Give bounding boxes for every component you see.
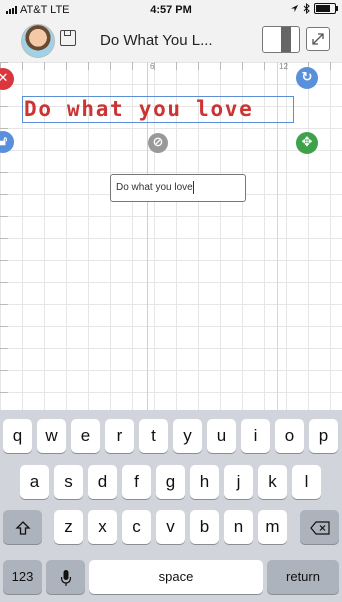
- text-edit-field[interactable]: Do what you love: [110, 174, 246, 202]
- key-r[interactable]: r: [105, 419, 134, 453]
- bluetooth-icon: [303, 3, 310, 14]
- save-icon[interactable]: [60, 30, 76, 46]
- space-key[interactable]: space: [89, 560, 263, 594]
- backspace-key[interactable]: [300, 510, 339, 544]
- key-m[interactable]: m: [258, 510, 287, 544]
- shift-key[interactable]: [3, 510, 42, 544]
- key-i[interactable]: i: [241, 419, 270, 453]
- key-q[interactable]: q: [3, 419, 32, 453]
- design-text[interactable]: Do what you love: [24, 97, 294, 122]
- key-b[interactable]: b: [190, 510, 219, 544]
- key-y[interactable]: y: [173, 419, 202, 453]
- rotate-icon[interactable]: ↻: [296, 67, 318, 89]
- key-s[interactable]: s: [54, 465, 83, 499]
- key-z[interactable]: z: [54, 510, 83, 544]
- location-icon: [290, 4, 299, 13]
- key-x[interactable]: x: [88, 510, 117, 544]
- text-caret: [192, 180, 194, 194]
- key-a[interactable]: a: [20, 465, 49, 499]
- key-c[interactable]: c: [122, 510, 151, 544]
- key-d[interactable]: d: [88, 465, 117, 499]
- key-l[interactable]: l: [292, 465, 321, 499]
- app-screen: AT&T LTE 4:57 PM Do What You L... 6 12 D…: [0, 0, 342, 602]
- key-j[interactable]: j: [224, 465, 253, 499]
- ruler-left: [0, 62, 8, 410]
- ruler-top: [0, 62, 342, 70]
- keyboard: q w e r t y u i o p a s d f g h j k l z …: [0, 410, 342, 602]
- expand-icon[interactable]: [306, 27, 330, 51]
- key-u[interactable]: u: [207, 419, 236, 453]
- numbers-key[interactable]: 123: [3, 560, 42, 594]
- key-t[interactable]: t: [139, 419, 168, 453]
- dictation-key[interactable]: [46, 560, 85, 594]
- key-p[interactable]: p: [309, 419, 338, 453]
- backspace-icon: [309, 521, 330, 535]
- document-title[interactable]: Do What You L...: [100, 32, 213, 49]
- status-bar: AT&T LTE 4:57 PM: [0, 0, 342, 20]
- top-toolbar: Do What You L...: [0, 20, 342, 63]
- split-view-icon[interactable]: [262, 26, 300, 53]
- ruler-label: 12: [279, 62, 288, 71]
- microphone-icon: [60, 570, 71, 587]
- ruler-label: 6: [150, 62, 155, 71]
- key-g[interactable]: g: [156, 465, 185, 499]
- battery-icon: [314, 3, 338, 14]
- key-v[interactable]: v: [156, 510, 185, 544]
- text-edit-value: Do what you love: [116, 182, 193, 193]
- return-key[interactable]: return: [267, 560, 339, 594]
- key-f[interactable]: f: [122, 465, 151, 499]
- key-k[interactable]: k: [258, 465, 287, 499]
- key-n[interactable]: n: [224, 510, 253, 544]
- key-h[interactable]: h: [190, 465, 219, 499]
- attach-icon[interactable]: ⊘: [148, 133, 168, 153]
- key-e[interactable]: e: [71, 419, 100, 453]
- key-w[interactable]: w: [37, 419, 66, 453]
- delete-icon[interactable]: ✕: [0, 68, 14, 90]
- design-canvas[interactable]: 6 12 Do what you love ✕ ↻ 🔓︎ ✥ ⊘ Do what…: [0, 62, 342, 410]
- shift-icon: [14, 521, 31, 535]
- avatar[interactable]: [21, 24, 55, 58]
- unlock-icon[interactable]: 🔓︎: [0, 131, 14, 153]
- key-o[interactable]: o: [275, 419, 304, 453]
- resize-icon[interactable]: ✥: [296, 132, 318, 154]
